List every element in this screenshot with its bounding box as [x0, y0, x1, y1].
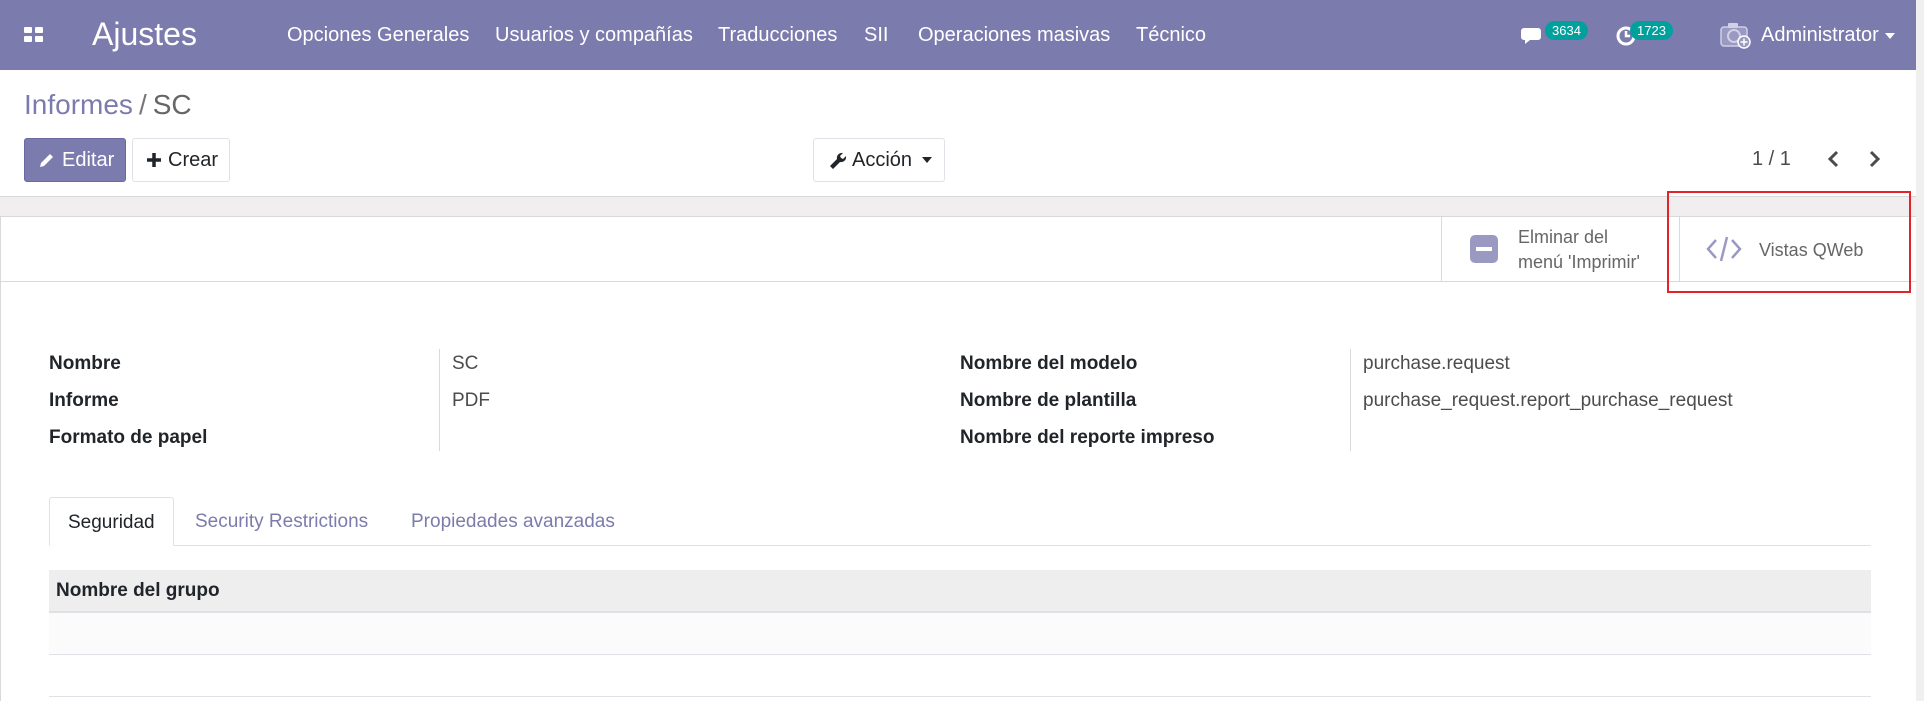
chat-icon[interactable] [1520, 22, 1546, 48]
wrench-icon [830, 152, 846, 169]
field-label-nombre-reporte: Nombre del reporte impreso [960, 427, 1215, 448]
code-icon [1706, 236, 1742, 262]
field-value-informe[interactable]: PDF [452, 389, 490, 413]
field-value-nombre[interactable]: SC [452, 352, 478, 376]
action-dropdown-button[interactable]: Acción [813, 138, 945, 182]
field-label-nombre-plantilla: Nombre de plantilla [960, 390, 1137, 411]
field-label-formato-papel: Formato de papel [49, 427, 208, 448]
user-caret-icon[interactable] [1885, 33, 1895, 39]
menu-operaciones-masivas[interactable]: Operaciones masivas [918, 23, 1110, 47]
left-group-divider [439, 349, 440, 451]
pencil-icon [40, 154, 53, 167]
minus-square-icon [1470, 235, 1498, 263]
qweb-views-button[interactable]: Vistas QWeb [1679, 217, 1924, 282]
create-button-label: Crear [168, 149, 219, 171]
plus-icon [147, 153, 161, 167]
tab-seguridad[interactable]: Seguridad [49, 497, 174, 546]
table-row[interactable] [49, 613, 1871, 655]
menu-tecnico[interactable]: Técnico [1136, 23, 1206, 47]
action-button-label: Acción [852, 149, 913, 171]
top-navbar: Ajustes Opciones Generales Usuarios y co… [0, 0, 1924, 70]
menu-sii[interactable]: SII [864, 23, 888, 47]
pager-value[interactable]: 1 / 1 [1752, 147, 1791, 171]
messages-badge: 3634 [1545, 21, 1588, 40]
pager-next-icon[interactable] [1861, 146, 1887, 172]
edit-button-label: Editar [62, 149, 115, 171]
breadcrumb-separator: / [138, 89, 147, 120]
scrollbar[interactable] [1916, 0, 1924, 701]
edit-button[interactable]: Editar [24, 138, 126, 182]
breadcrumb: Informes / SC [24, 88, 192, 122]
field-label-nombre: Nombre [49, 353, 121, 374]
user-avatar-icon[interactable] [1720, 20, 1752, 50]
tab-propiedades-avanzadas[interactable]: Propiedades avanzadas [411, 497, 615, 546]
qweb-views-label: Vistas QWeb [1759, 240, 1864, 260]
menu-usuarios-companias[interactable]: Usuarios y compañías [495, 23, 693, 47]
field-value-nombre-modelo[interactable]: purchase.request [1363, 352, 1510, 376]
menu-opciones-generales[interactable]: Opciones Generales [287, 23, 469, 47]
pager-previous-icon[interactable] [1821, 146, 1847, 172]
app-title[interactable]: Ajustes [92, 14, 197, 54]
remove-print-label-2: menú 'Imprimir' [1518, 252, 1640, 272]
content-background [0, 197, 1924, 217]
activities-badge: 1723 [1630, 21, 1673, 40]
apps-grid-icon[interactable] [24, 27, 44, 43]
breadcrumb-informes[interactable]: Informes [24, 89, 133, 120]
field-label-informe: Informe [49, 390, 119, 411]
remove-from-print-menu-button[interactable]: Elminar del menú 'Imprimir' [1441, 217, 1679, 282]
remove-print-label-1: Elminar del [1518, 227, 1609, 247]
breadcrumb-current: SC [152, 89, 192, 120]
table-row[interactable] [49, 655, 1871, 697]
column-nombre-grupo[interactable]: Nombre del grupo [56, 579, 220, 603]
field-value-nombre-plantilla[interactable]: purchase_request.report_purchase_request [1363, 389, 1733, 413]
tab-security-restrictions[interactable]: Security Restrictions [195, 497, 368, 546]
action-caret-icon [922, 157, 933, 163]
right-group-divider [1350, 349, 1351, 451]
field-label-nombre-modelo: Nombre del modelo [960, 353, 1138, 374]
user-name[interactable]: Administrator [1761, 23, 1879, 47]
groups-table-header: Nombre del grupo [49, 570, 1871, 613]
menu-traducciones[interactable]: Traducciones [718, 23, 837, 47]
create-button[interactable]: Crear [132, 138, 230, 182]
